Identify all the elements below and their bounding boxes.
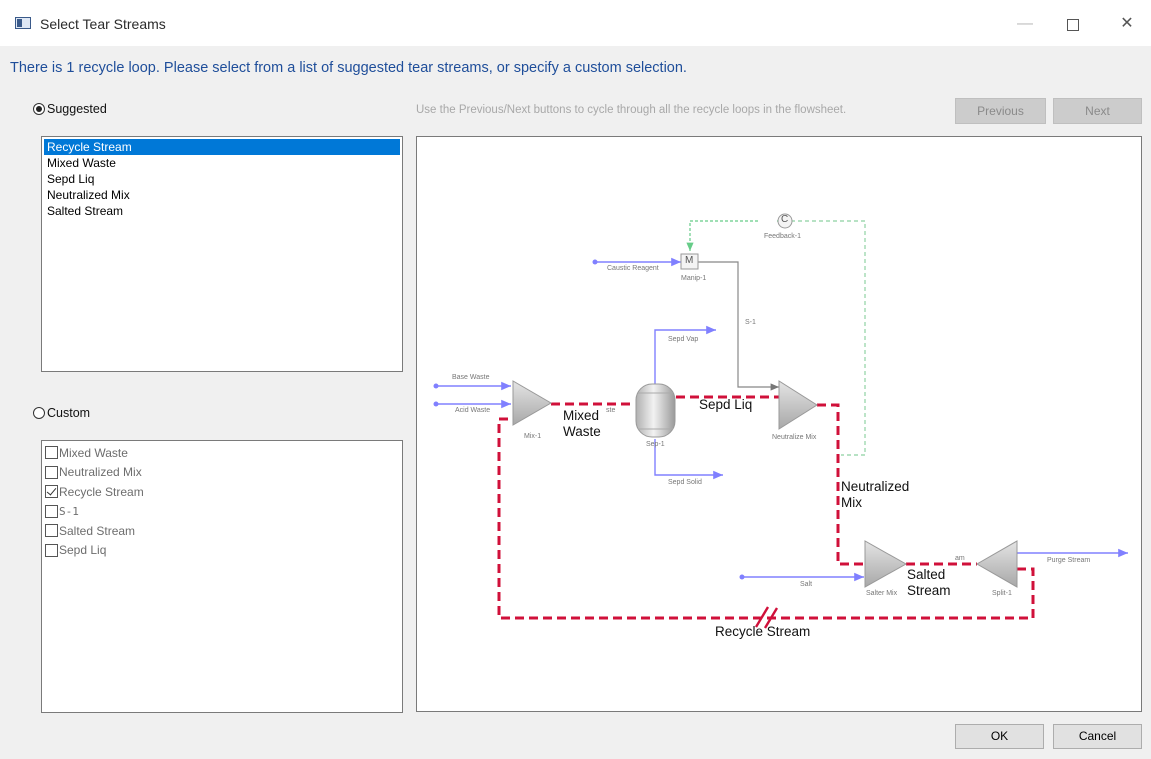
salted-stream-label[interactable]: Salted Stream — [907, 567, 951, 599]
checkbox[interactable] — [45, 446, 58, 460]
salt-label: Salt — [800, 581, 813, 588]
custom-item[interactable]: Salted Stream — [45, 521, 402, 541]
custom-item[interactable]: Sepd Liq — [45, 541, 402, 561]
split-unit — [975, 540, 1018, 588]
label-fragment: ste — [606, 407, 616, 414]
recycle-stream-label[interactable]: Recycle Stream — [715, 624, 810, 640]
manip-symbol: M — [685, 255, 694, 266]
sepd-solid-line — [654, 439, 723, 480]
sep-label: Sep-1 — [646, 441, 665, 448]
cancel-button[interactable]: Cancel — [1053, 724, 1142, 749]
custom-item-label: Sepd Liq — [59, 543, 107, 558]
mix-unit — [512, 380, 552, 426]
feedback-label: Feedback-1 — [764, 233, 801, 240]
feedback-symbol: C — [781, 214, 789, 225]
purge-stream-label: Purge Stream — [1047, 557, 1091, 564]
custom-item[interactable]: S-1 — [45, 502, 402, 522]
sepd-solid-label: Sepd Solid — [668, 479, 702, 486]
window-title: Select Tear Streams — [40, 16, 166, 32]
custom-item[interactable]: Neutralized Mix — [45, 463, 402, 483]
suggested-item[interactable]: Recycle Stream — [44, 139, 400, 155]
salter-label: Salter Mix — [866, 590, 898, 597]
feedback-signal-line — [784, 220, 866, 456]
custom-item-label: Mixed Waste — [59, 445, 128, 460]
sepd-vap-label: Sepd Vap — [668, 336, 699, 343]
title-bar: Select Tear Streams — ✕ — [0, 0, 1151, 46]
split-label: Split-1 — [992, 590, 1012, 597]
ok-button[interactable]: OK — [955, 724, 1044, 749]
manip-label: Manip-1 — [681, 275, 707, 282]
close-button[interactable]: ✕ — [1104, 10, 1150, 38]
suggested-radio[interactable] — [33, 103, 45, 115]
salter-unit — [864, 540, 908, 588]
suggested-item[interactable]: Salted Stream — [44, 203, 400, 219]
neutralized-mix-label[interactable]: Neutralized Mix — [841, 479, 909, 511]
neutralize-label: Neutralize Mix — [772, 434, 817, 441]
custom-item-label: Recycle Stream — [59, 484, 144, 499]
maximize-button[interactable] — [1050, 10, 1096, 38]
checkbox[interactable] — [45, 465, 58, 479]
s1-label: S-1 — [745, 319, 756, 326]
suggested-label: Suggested — [47, 102, 107, 116]
checkbox[interactable] — [45, 504, 58, 518]
suggested-item[interactable]: Neutralized Mix — [44, 187, 400, 203]
next-button[interactable]: Next — [1053, 98, 1142, 124]
custom-item-label: S-1 — [59, 504, 79, 518]
label-fragment: am — [955, 555, 965, 562]
checkbox[interactable] — [45, 543, 58, 557]
checkbox[interactable] — [45, 524, 58, 538]
custom-radio[interactable] — [33, 407, 45, 419]
custom-item-label: Salted Stream — [59, 523, 136, 538]
navigation-hint: Use the Previous/Next buttons to cycle t… — [416, 104, 847, 116]
custom-item-label: Neutralized Mix — [59, 465, 142, 480]
app-icon — [15, 17, 31, 29]
custom-listbox[interactable]: Mixed Waste Neutralized Mix Recycle Stre… — [41, 440, 403, 713]
suggested-item[interactable]: Mixed Waste — [44, 155, 400, 171]
acid-waste-label: Acid Waste — [455, 407, 491, 414]
base-waste-label: Base Waste — [452, 374, 490, 381]
caustic-reagent-label: Caustic Reagent — [607, 265, 659, 272]
flowsheet-canvas[interactable]: M C Feedback-1 Caustic Reagent Manip-1 S… — [416, 136, 1142, 712]
custom-item[interactable]: Mixed Waste — [45, 443, 402, 463]
custom-item[interactable]: Recycle Stream — [45, 482, 402, 502]
checkbox[interactable] — [45, 485, 58, 499]
maximize-icon — [1067, 19, 1079, 31]
suggested-item[interactable]: Sepd Liq — [44, 171, 400, 187]
suggested-listbox[interactable]: Recycle Stream Mixed Waste Sepd Liq Neut… — [41, 136, 403, 372]
previous-button[interactable]: Previous — [955, 98, 1046, 124]
mixed-waste-label[interactable]: Mixed Waste — [563, 408, 601, 440]
mix-label: Mix-1 — [524, 433, 542, 440]
recycle-stream-highlight — [497, 417, 1035, 620]
sepd-liq-label[interactable]: Sepd Liq — [699, 397, 752, 413]
s1-stream-line — [698, 261, 779, 391]
custom-label: Custom — [47, 406, 91, 420]
minimize-button[interactable]: — — [1002, 10, 1048, 38]
neutralize-unit — [778, 380, 818, 430]
separator-unit — [635, 383, 676, 438]
instruction-text: There is 1 recycle loop. Please select f… — [10, 60, 687, 76]
